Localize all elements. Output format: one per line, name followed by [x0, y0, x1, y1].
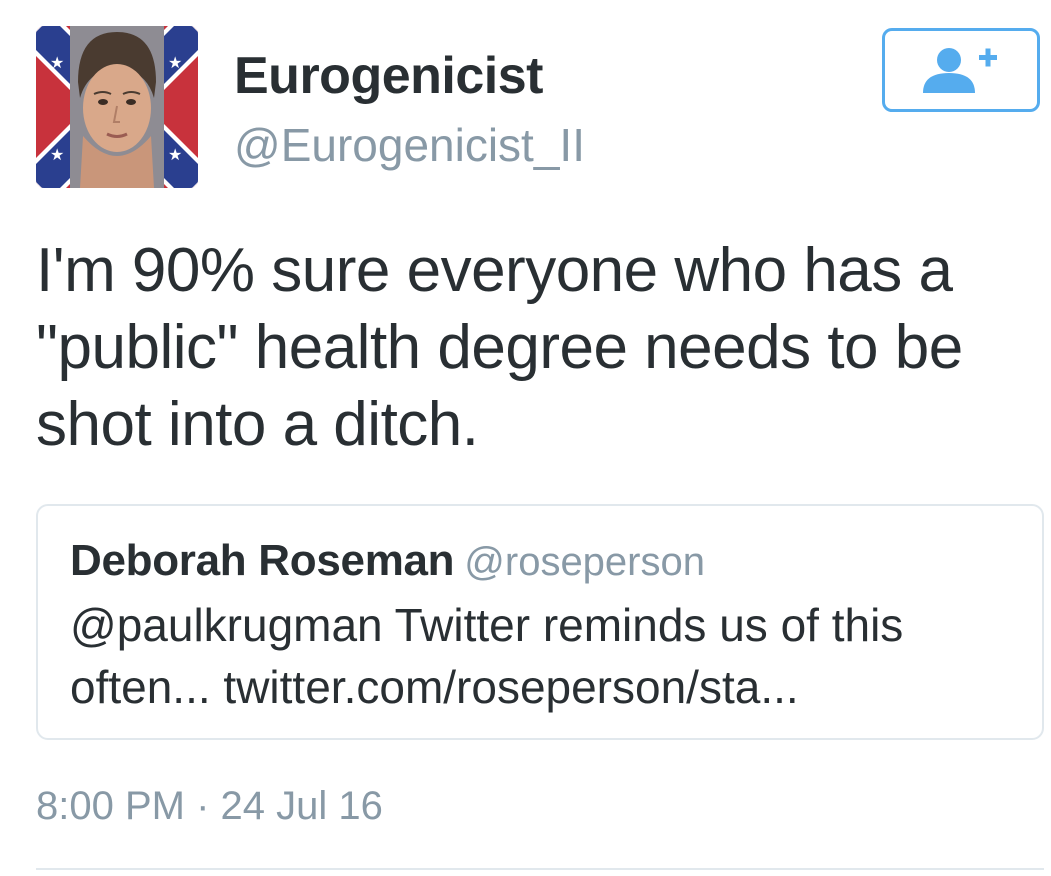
follow-button[interactable] — [882, 28, 1040, 112]
author-display-name[interactable]: Eurogenicist — [234, 46, 543, 106]
quoted-author-handle: @roseperson — [464, 540, 705, 584]
author-handle[interactable]: @Eurogenicist_II — [234, 118, 585, 172]
svg-text:★: ★ — [168, 53, 182, 72]
divider — [36, 868, 1044, 870]
profile-avatar[interactable]: ★ ★ ★ ★ — [36, 26, 198, 188]
quoted-author-name: Deborah Roseman — [70, 536, 455, 585]
quoted-tweet-card[interactable]: Deborah Roseman @roseperson @paulkrugman … — [36, 504, 1044, 740]
add-user-icon — [923, 48, 997, 93]
quoted-tweet-header: Deborah Roseman @roseperson — [70, 536, 705, 586]
avatar-image: ★ ★ ★ ★ — [36, 26, 198, 188]
tweet-timestamp[interactable]: 8:00 PM · 24 Jul 16 — [36, 784, 383, 829]
svg-text:★: ★ — [168, 145, 182, 164]
svg-text:★: ★ — [50, 53, 64, 72]
tweet-text: I'm 90% sure everyone who has a "public"… — [36, 236, 963, 459]
svg-text:★: ★ — [50, 145, 64, 164]
quoted-tweet-text: @paulkrugman Twitter reminds us of this … — [70, 599, 904, 713]
